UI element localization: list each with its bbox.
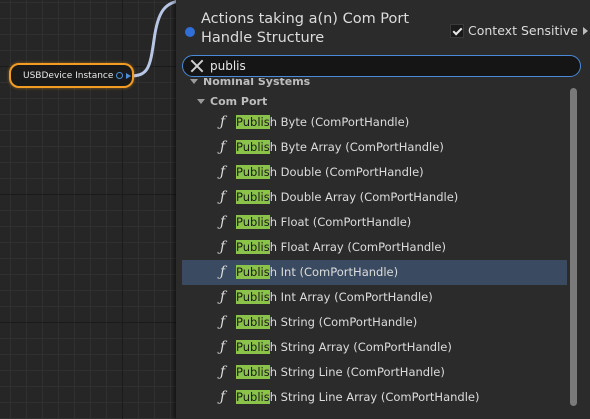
search-match-highlight: Publis bbox=[236, 240, 270, 254]
action-label-rest: h Int Array (ComPortHandle) bbox=[269, 290, 433, 304]
action-item[interactable]: ƒ Publish Double Array (ComPortHandle) bbox=[182, 185, 567, 210]
action-label-rest: h String Array (ComPortHandle) bbox=[269, 340, 452, 354]
search-match-highlight: Publis bbox=[236, 265, 270, 279]
node-title: USBDevice Instance bbox=[23, 70, 114, 81]
action-label-rest: h Byte Array (ComPortHandle) bbox=[269, 140, 444, 154]
context-sensitive-label: Context Sensitive bbox=[468, 23, 578, 38]
function-icon: ƒ bbox=[220, 139, 226, 155]
type-dot-icon bbox=[185, 27, 195, 37]
action-item[interactable]: ƒ Publish String Line (ComPortHandle) bbox=[182, 360, 567, 385]
function-icon: ƒ bbox=[220, 289, 226, 305]
category-label: Com Port bbox=[210, 95, 268, 108]
function-icon: ƒ bbox=[220, 339, 226, 355]
function-icon: ƒ bbox=[220, 264, 226, 280]
action-label: Publish Byte (ComPortHandle) bbox=[236, 115, 409, 129]
action-label: Publish String Line Array (ComPortHandle… bbox=[236, 390, 479, 404]
search-match-highlight: Publis bbox=[236, 215, 270, 229]
action-label-rest: h Double (ComPortHandle) bbox=[269, 165, 424, 179]
action-label: Publish String Line (ComPortHandle) bbox=[236, 365, 445, 379]
action-label-rest: h Float Array (ComPortHandle) bbox=[269, 240, 446, 254]
function-icon: ƒ bbox=[220, 314, 226, 330]
search-match-highlight: Publis bbox=[236, 140, 270, 154]
action-label: Publish Float Array (ComPortHandle) bbox=[236, 240, 446, 254]
action-label-rest: h String Line Array (ComPortHandle) bbox=[269, 390, 480, 404]
function-icon: ƒ bbox=[220, 189, 226, 205]
action-item[interactable]: ƒ Publish String Line Array (ComPortHandl… bbox=[182, 385, 567, 410]
action-label: Publish Int Array (ComPortHandle) bbox=[236, 290, 433, 304]
action-item[interactable]: ƒ Publish Int (ComPortHandle) bbox=[182, 260, 567, 285]
usb-device-node[interactable]: USBDevice Instance bbox=[9, 63, 134, 88]
action-label-rest: h String Line (ComPortHandle) bbox=[269, 365, 445, 379]
action-label-rest: h Byte (ComPortHandle) bbox=[269, 115, 410, 129]
action-item[interactable]: ƒ Publish String Array (ComPortHandle) bbox=[182, 335, 567, 360]
collapse-caret-icon[interactable] bbox=[190, 79, 198, 84]
collapse-caret-icon[interactable] bbox=[197, 99, 205, 104]
action-label: Publish Float (ComPortHandle) bbox=[236, 215, 411, 229]
action-item[interactable]: ƒ Publish Byte Array (ComPortHandle) bbox=[182, 135, 567, 160]
action-item[interactable]: ƒ Publish String (ComPortHandle) bbox=[182, 310, 567, 335]
search-match-highlight: Publis bbox=[236, 365, 270, 379]
action-label: Publish Double (ComPortHandle) bbox=[236, 165, 424, 179]
search-match-highlight: Publis bbox=[236, 115, 270, 129]
action-label-rest: h Float (ComPortHandle) bbox=[269, 215, 412, 229]
search-match-highlight: Publis bbox=[236, 290, 270, 304]
category-label: Nominal Systems bbox=[203, 78, 311, 88]
clear-search-icon[interactable] bbox=[190, 59, 204, 73]
function-icon: ƒ bbox=[220, 164, 226, 180]
action-label: Publish String Array (ComPortHandle) bbox=[236, 340, 452, 354]
action-label: Publish Byte Array (ComPortHandle) bbox=[236, 140, 444, 154]
function-icon: ƒ bbox=[220, 364, 226, 380]
action-item[interactable]: ƒ Publish Int Array (ComPortHandle) bbox=[182, 285, 567, 310]
action-label: Publish Int (ComPortHandle) bbox=[236, 265, 398, 279]
search-match-highlight: Publis bbox=[236, 390, 270, 404]
output-pin-icon[interactable] bbox=[116, 72, 123, 79]
action-label-rest: h Int (ComPortHandle) bbox=[269, 265, 399, 279]
scrollbar-thumb[interactable] bbox=[570, 88, 577, 406]
function-icon: ƒ bbox=[220, 214, 226, 230]
action-label-rest: h String (ComPortHandle) bbox=[269, 315, 418, 329]
menu-title: Actions taking a(n) Com Port Handle Stru… bbox=[201, 11, 410, 46]
expand-arrow-icon[interactable] bbox=[582, 26, 588, 35]
action-label-rest: h Double Array (ComPortHandle) bbox=[269, 190, 459, 204]
search-box bbox=[182, 55, 581, 77]
search-input[interactable] bbox=[210, 57, 570, 75]
action-item[interactable]: ƒ Publish Double (ComPortHandle) bbox=[182, 160, 567, 185]
context-sensitive-toggle[interactable]: Context Sensitive bbox=[450, 23, 588, 38]
action-item[interactable]: ƒ Publish Byte (ComPortHandle) bbox=[182, 110, 567, 135]
action-label: Publish Double Array (ComPortHandle) bbox=[236, 190, 458, 204]
context-sensitive-checkbox[interactable] bbox=[450, 23, 464, 38]
action-label: Publish String (ComPortHandle) bbox=[236, 315, 417, 329]
function-icon: ƒ bbox=[220, 114, 226, 130]
pin-arrow-icon bbox=[126, 73, 131, 79]
action-list: Nominal Systems Com Port ƒ Publish Byte (… bbox=[182, 78, 567, 412]
action-menu: Actions taking a(n) Com Port Handle Stru… bbox=[176, 0, 590, 419]
action-item[interactable]: ƒ Publish Float Array (ComPortHandle) bbox=[182, 235, 567, 260]
function-icon: ƒ bbox=[220, 239, 226, 255]
search-match-highlight: Publis bbox=[236, 165, 270, 179]
action-item[interactable]: ƒ Publish Float (ComPortHandle) bbox=[182, 210, 567, 235]
search-match-highlight: Publis bbox=[236, 340, 270, 354]
scrollbar-track[interactable] bbox=[569, 85, 578, 406]
search-match-highlight: Publis bbox=[236, 315, 270, 329]
search-match-highlight: Publis bbox=[236, 190, 270, 204]
function-icon: ƒ bbox=[220, 389, 226, 405]
